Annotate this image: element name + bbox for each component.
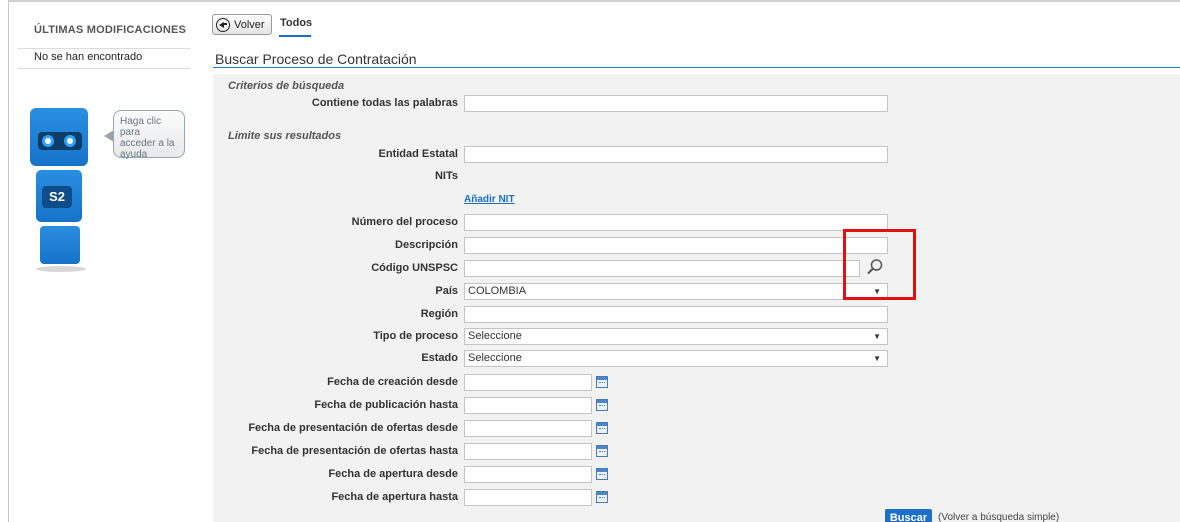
robot-eye bbox=[64, 135, 76, 147]
robot-body: S2 bbox=[36, 170, 82, 222]
offers-to-label: Fecha de presentación de ofertas hasta bbox=[251, 445, 458, 457]
help-bubble[interactable]: Haga clic para acceder a la ayuda bbox=[113, 110, 185, 160]
add-nit-link[interactable]: Añadir NIT bbox=[464, 194, 515, 205]
process-type-select[interactable]: Seleccione ▼ bbox=[464, 328, 888, 345]
region-label: Región bbox=[420, 308, 458, 320]
calendar-icon[interactable] bbox=[596, 468, 608, 480]
opening-to-label: Fecha de apertura hasta bbox=[331, 491, 458, 503]
offers-to-input[interactable] bbox=[464, 443, 592, 460]
calendar-icon[interactable] bbox=[596, 422, 608, 434]
contains-words-label: Contiene todas las palabras bbox=[311, 97, 458, 109]
sidebar-title: ÚLTIMAS MODIFICACIONES bbox=[34, 24, 187, 36]
entity-label: Entidad Estatal bbox=[378, 148, 458, 160]
annotation-highlight-box bbox=[843, 229, 916, 300]
process-number-label: Número del proceso bbox=[351, 216, 458, 228]
opening-from-label: Fecha de apertura desde bbox=[328, 468, 458, 480]
calendar-icon[interactable] bbox=[596, 376, 608, 388]
country-label: País bbox=[435, 285, 458, 297]
robot-eye bbox=[42, 135, 54, 147]
back-button-label: Volver bbox=[234, 18, 265, 31]
robot-eyes bbox=[38, 132, 82, 150]
country-select[interactable]: COLOMBIA ▼ bbox=[464, 283, 888, 300]
chevron-down-icon: ▼ bbox=[873, 332, 881, 341]
robot-shadow bbox=[36, 266, 86, 272]
state-select[interactable]: Seleccione ▼ bbox=[464, 350, 888, 367]
simple-search-link[interactable]: (Volver a búsqueda simple) bbox=[938, 512, 1059, 522]
robot-helper-icon[interactable]: S2 bbox=[30, 108, 100, 278]
title-divider bbox=[213, 67, 1180, 68]
robot-head bbox=[30, 108, 88, 166]
back-circle-icon bbox=[216, 17, 230, 32]
robot-badge: S2 bbox=[42, 186, 72, 208]
opening-from-input[interactable] bbox=[464, 466, 592, 483]
calendar-icon[interactable] bbox=[596, 399, 608, 411]
offers-from-label: Fecha de presentación de ofertas desde bbox=[248, 422, 458, 434]
offers-from-input[interactable] bbox=[464, 420, 592, 437]
published-to-label: Fecha de publicación hasta bbox=[314, 399, 458, 411]
contains-words-input[interactable] bbox=[464, 95, 888, 112]
search-button[interactable]: Buscar bbox=[885, 509, 932, 522]
created-from-input[interactable] bbox=[464, 374, 592, 391]
process-type-label: Tipo de proceso bbox=[373, 330, 458, 342]
opening-to-input[interactable] bbox=[464, 489, 592, 506]
state-label: Estado bbox=[421, 352, 458, 364]
tab-todos[interactable]: Todos bbox=[280, 17, 312, 29]
back-button[interactable]: Volver bbox=[212, 14, 272, 35]
published-to-input[interactable] bbox=[464, 397, 592, 414]
sidebar: ÚLTIMAS MODIFICACIONES No se han encontr… bbox=[18, 14, 190, 69]
created-from-label: Fecha de creación desde bbox=[327, 376, 458, 388]
state-select-value: Seleccione bbox=[468, 352, 522, 364]
calendar-icon[interactable] bbox=[596, 491, 608, 503]
tab-active-indicator bbox=[279, 35, 311, 37]
chevron-down-icon: ▼ bbox=[873, 354, 881, 363]
sidebar-divider bbox=[18, 68, 190, 69]
process-number-input[interactable] bbox=[464, 214, 888, 231]
sidebar-divider bbox=[18, 48, 190, 49]
nits-label: NITs bbox=[434, 170, 458, 182]
page-title: Buscar Proceso de Contratación bbox=[215, 51, 417, 67]
entity-input[interactable] bbox=[464, 146, 888, 163]
description-input[interactable] bbox=[464, 237, 888, 254]
unspsc-input[interactable] bbox=[464, 260, 860, 277]
region-input[interactable] bbox=[464, 306, 888, 323]
process-type-select-value: Seleccione bbox=[468, 330, 522, 342]
sidebar-empty-text: No se han encontrado bbox=[34, 51, 143, 63]
calendar-icon[interactable] bbox=[596, 445, 608, 457]
section-criteria: Criterios de búsqueda bbox=[228, 80, 345, 92]
section-limit: Limite sus resultados bbox=[228, 130, 342, 142]
robot-legs bbox=[40, 226, 80, 264]
unspsc-label: Código UNSPSC bbox=[371, 262, 458, 274]
description-label: Descripción bbox=[395, 239, 458, 251]
country-select-value: COLOMBIA bbox=[468, 285, 527, 297]
